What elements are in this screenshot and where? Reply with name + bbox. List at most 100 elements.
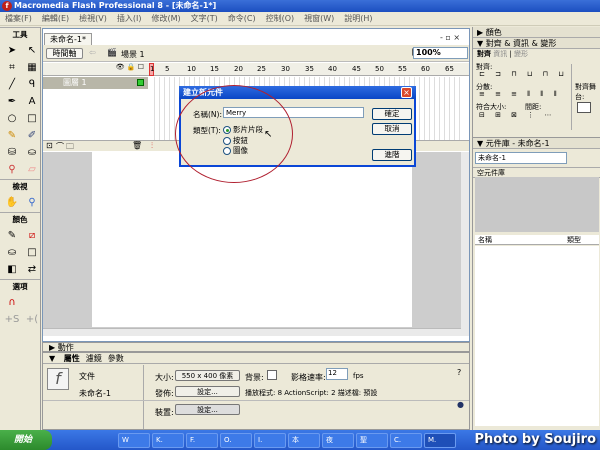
paint-bucket-icon[interactable]: ⛀ [23,145,41,160]
document-window-controls[interactable]: - ▫ × [440,33,460,42]
ok-button[interactable]: 確定 [372,108,412,120]
gradient-transform-icon[interactable]: ▦ [23,60,41,75]
help-icon[interactable]: ? [457,368,461,377]
menu-control[interactable]: 控制(O) [266,14,295,23]
distribute-buttons[interactable]: ≡ ≡ ≡ ⫴ ⫴ ⫴ [479,90,561,99]
stroke-color-swatch[interactable]: ⧄ [23,228,41,243]
taskbar-item[interactable]: 夜 [322,433,354,448]
device-settings-button[interactable]: 設定... [175,404,240,415]
snap-magnet-icon[interactable]: ∩ [3,295,21,310]
straighten-icon[interactable]: +( [23,312,41,327]
menu-edit[interactable]: 編輯(E) [42,14,69,23]
delete-layer-icon[interactable]: 🗑 [132,141,142,150]
pencil-tool-icon[interactable]: ✎ [3,128,21,143]
horizontal-scrollbar[interactable] [43,328,461,336]
eraser-icon[interactable]: ▱ [23,162,41,177]
swap-colors-icon[interactable]: ⇄ [23,262,41,277]
menu-text[interactable]: 文字(T) [191,14,218,23]
eyedropper-icon[interactable]: ⚲ [3,162,21,177]
taskbar-item[interactable]: C. [390,433,422,448]
default-colors-icon[interactable]: ◧ [3,262,21,277]
ruler-tick: 45 [352,65,361,73]
taskbar-item[interactable]: 本 [288,433,320,448]
publish-settings-button[interactable]: 設定... [175,386,240,397]
tab-filters[interactable]: 濾鏡 [86,354,102,363]
taskbar-item[interactable]: 聖 [356,433,388,448]
oval-tool-icon[interactable]: ○ [3,111,21,126]
menu-commands[interactable]: 命令(C) [228,14,256,23]
cancel-button[interactable]: 取消 [372,123,412,135]
free-transform-icon[interactable]: ⌗ [3,60,21,75]
timeline-ruler[interactable]: 👁 🔒 ☐ 1 5 10 15 20 25 30 35 40 45 50 55 … [43,63,469,76]
add-layer-icon[interactable]: ⊡ [46,141,53,150]
tab-align[interactable]: 對齊 [477,50,491,58]
brush-tool-icon[interactable]: ✐ [23,128,41,143]
edit-accessibility-icon[interactable]: ● [457,400,464,409]
zoom-select[interactable]: 100% [413,47,468,59]
color-panel-header[interactable]: ▶ 顏色 [473,27,600,38]
taskbar-item[interactable]: I. [254,433,286,448]
close-icon[interactable]: × [401,87,412,98]
menu-file[interactable]: 檔案(F) [5,14,32,23]
advanced-button[interactable]: 進階 [372,149,412,161]
taskbar-item[interactable]: O. [220,433,252,448]
to-stage-toggle[interactable] [577,102,591,113]
lasso-tool-icon[interactable]: ᑫ [23,77,41,92]
smooth-icon[interactable]: +S [3,312,21,327]
add-guide-layer-icon[interactable]: ⌒ [56,141,64,152]
tab-transform[interactable]: 變形 [514,50,528,58]
column-name[interactable]: 名稱 [478,235,492,245]
timeline-toggle-button[interactable]: 時間軸 [46,48,83,59]
center-frame-icon[interactable]: ⫶ [151,141,153,151]
flash-document-icon: f [47,368,69,390]
subselection-tool-icon[interactable]: ↖ [23,43,41,58]
layer-row[interactable]: 圖層 1 [43,77,148,89]
tab-info[interactable]: 資訊 [493,50,507,58]
library-title: 元件庫 - 未命名-1 [485,139,550,148]
pen-tool-icon[interactable]: ✒ [3,94,21,109]
column-type[interactable]: 類型 [567,235,581,245]
library-select[interactable]: 未命名-1 [475,152,567,164]
radio-graphic[interactable]: 圖像 [223,145,248,156]
back-arrow-icon[interactable]: ⇦ [89,48,96,57]
menu-modify[interactable]: 修改(M) [151,14,180,23]
taskbar-item[interactable]: W [118,433,150,448]
tab-parameters[interactable]: 參數 [108,354,124,363]
fill-color-swatch[interactable]: □ [23,245,41,260]
library-panel-header[interactable]: ▼ 元件庫 - 未命名-1 [473,138,600,149]
match-size-buttons[interactable]: ⊟ ⊞ ⊠ ⋮ ⋯ [479,111,556,119]
tab-properties[interactable]: 屬性 [64,354,80,363]
size-button[interactable]: 550 x 400 像素 [175,370,240,381]
text-tool-icon[interactable]: A [23,94,41,109]
start-button[interactable]: 開始 [0,430,52,450]
taskbar-item[interactable]: K. [152,433,184,448]
menu-help[interactable]: 說明(H) [344,14,372,23]
stage[interactable] [92,152,412,327]
line-tool-icon[interactable]: ╱ [3,77,21,92]
align-panel-header[interactable]: ▼ 對齊 & 資訊 & 變形 [473,38,600,49]
layer-outline-color[interactable] [137,79,144,86]
radio-movie-clip[interactable]: 影片片段 [223,124,263,135]
align-buttons[interactable]: ⊏ ⊐ ⊓ ⊔ ⊓ ⊔ [479,70,568,78]
hand-tool-icon[interactable]: ✋ [3,195,21,210]
taskbar-item[interactable]: F. [186,433,218,448]
taskbar-item-active[interactable]: M. [424,433,456,448]
library-list[interactable] [475,246,599,426]
ink-bottle-icon[interactable]: ⛁ [3,145,21,160]
menu-view[interactable]: 檢視(V) [79,14,107,23]
menu-window[interactable]: 視窗(W) [304,14,334,23]
fps-input[interactable]: 12 [326,368,348,380]
selection-tool-icon[interactable]: ➤ [3,43,21,58]
actions-title: 動作 [57,343,74,352]
radio-label: 圖像 [233,146,248,155]
actions-panel-header[interactable]: ▶ 動作 [42,342,470,352]
rectangle-tool-icon[interactable]: □ [23,111,41,126]
fill-color-icon[interactable]: ⛀ [3,245,21,260]
stroke-color-icon[interactable]: ✎ [3,228,21,243]
background-color-swatch[interactable] [267,370,277,380]
symbol-name-input[interactable] [223,107,364,118]
menu-insert[interactable]: 插入(I) [117,14,142,23]
zoom-tool-icon[interactable]: ⚲ [23,195,41,210]
vertical-scrollbar[interactable] [461,152,469,336]
document-tab[interactable]: 未命名-1* [44,33,92,45]
